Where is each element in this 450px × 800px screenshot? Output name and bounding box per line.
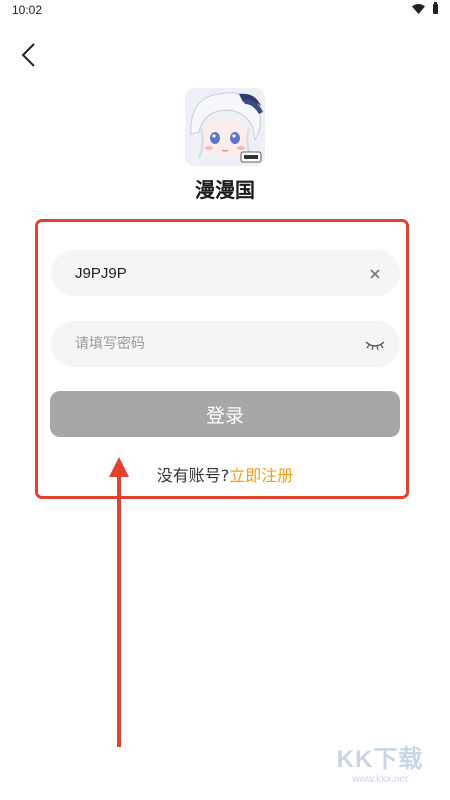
red-arrow-annotation — [109, 457, 129, 747]
eye-closed-icon[interactable] — [364, 337, 386, 351]
register-prompt: 没有账号? — [156, 466, 230, 485]
login-button[interactable]: 登录 — [50, 391, 400, 437]
status-time: 10:02 — [12, 3, 43, 17]
status-icons — [412, 2, 438, 14]
watermark-logo: KK下载 — [336, 746, 424, 773]
app-logo — [185, 88, 265, 166]
password-field-row — [51, 321, 400, 367]
watermark-url: www.kkx.net — [352, 774, 408, 785]
register-link[interactable]: 立即注册 — [229, 466, 293, 485]
account-field-row — [51, 250, 400, 296]
wifi-icon — [412, 4, 425, 14]
back-button[interactable] — [14, 38, 48, 72]
app-name: 漫漫国 — [195, 178, 255, 202]
account-input[interactable] — [75, 250, 345, 296]
chevron-left-icon — [21, 43, 35, 67]
clear-icon[interactable] — [368, 266, 382, 280]
password-input[interactable] — [75, 321, 345, 367]
watermark: KK下载 www.kkx.net — [320, 746, 440, 794]
register-line: 没有账号?立即注册 — [0, 462, 450, 486]
status-bar: 10:02 — [0, 0, 450, 22]
battery-icon — [433, 2, 438, 14]
